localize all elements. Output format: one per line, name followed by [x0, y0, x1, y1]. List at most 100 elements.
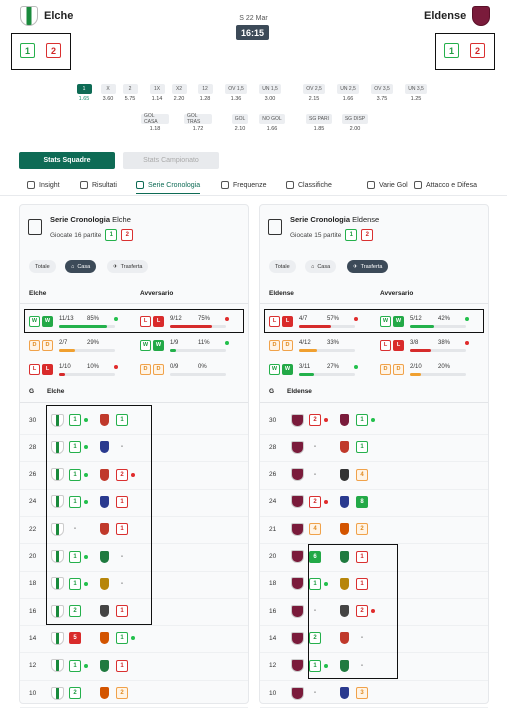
tab-label: Risultati — [92, 181, 117, 189]
streak-percent: 27% — [327, 363, 340, 370]
team-header: Eldense — [287, 388, 312, 395]
match-row[interactable]: 26 - 4 — [269, 462, 368, 488]
filter-trasferta[interactable]: ✈ Trasferta — [107, 260, 149, 273]
panel-form-1: 1 — [345, 229, 358, 241]
streak-percent: 10% — [87, 363, 100, 370]
ball-icon — [367, 181, 375, 189]
match-row[interactable]: 16 - 2 — [269, 598, 375, 624]
tab-label: Insight — [39, 181, 60, 189]
streak-row: D D 2/10 20% — [380, 360, 466, 378]
match-row[interactable]: 10 - 3 — [269, 680, 368, 706]
opponent-logo-icon — [100, 605, 109, 618]
match-row[interactable]: 14 5 1 — [29, 625, 135, 651]
tab-classifiche[interactable]: Classifiche — [286, 181, 332, 189]
odds-item-gol-tras[interactable]: GOL TRAS 1.72 — [184, 113, 212, 132]
opponent-logo-icon — [100, 577, 109, 590]
odds-item-ov-3-5[interactable]: OV 3,5 3.75 — [368, 84, 396, 102]
match-row[interactable]: 30 1 1 — [29, 407, 128, 433]
odds-value: 1.66 — [342, 96, 354, 102]
team-result: 1 — [69, 414, 81, 426]
match-row[interactable]: 28 1 - — [29, 434, 128, 460]
filter-casa[interactable]: ⌂ Casa — [305, 260, 337, 273]
match-row[interactable]: 12 1 - — [269, 653, 368, 679]
match-row[interactable]: 18 1 1 — [269, 571, 368, 597]
stats-league-button[interactable]: Stats Campionato — [123, 152, 219, 169]
streak-percent: 0% — [198, 363, 207, 370]
odds-item-un-3-5[interactable]: UN 3,5 1.25 — [402, 84, 430, 102]
tab-varie-gol[interactable]: Varie Gol — [367, 181, 408, 189]
odds-item-no-gol[interactable]: NO GOL 1.66 — [258, 114, 286, 132]
team-result: - — [314, 444, 316, 451]
odds-value: 5.75 — [124, 96, 136, 102]
odds-value: 1.18 — [149, 126, 161, 132]
odds-value: 1.85 — [313, 126, 325, 132]
odds-value: 3.00 — [264, 96, 276, 102]
odds-item-x2[interactable]: X2 2.20 — [165, 84, 193, 102]
streak-bar-fill — [299, 348, 318, 352]
match-row[interactable]: 28 - 1 — [269, 434, 368, 460]
filter-totale[interactable]: Totale — [29, 260, 56, 273]
streak-bar — [59, 348, 115, 352]
opponent-logo-icon — [340, 495, 349, 508]
match-row[interactable]: 10 2 2 — [29, 680, 128, 706]
opponent-result: 1 — [356, 577, 368, 590]
match-row[interactable]: 20 1 - — [29, 544, 128, 570]
tab-attacco-e-difesa[interactable]: Attacco e Difesa — [414, 181, 477, 189]
odds-item-sg-disp[interactable]: SG DISP 2.00 — [341, 114, 369, 132]
match-row[interactable]: 22 - 1 — [29, 516, 128, 542]
match-row[interactable]: 30 2 1 — [269, 407, 375, 433]
result-dot — [84, 445, 88, 450]
streak-fraction: 4/7 — [299, 315, 308, 322]
opponent-result-dot — [371, 609, 375, 614]
streak-bar — [410, 372, 466, 376]
match-row[interactable]: 12 1 1 — [29, 653, 128, 679]
panel-form-1: 1 — [105, 229, 118, 241]
match-row[interactable]: 24 2 8 — [269, 489, 368, 515]
odds-item-sg-pari[interactable]: SG PARI 1.85 — [305, 114, 333, 132]
odds-item-ov-1-5[interactable]: OV 1,5 1.36 — [222, 84, 250, 102]
filter-totale[interactable]: Totale — [269, 260, 296, 273]
streak-bar — [170, 348, 226, 352]
odds-item-2[interactable]: 2 5.75 — [116, 84, 144, 102]
odds-item-un-1-5[interactable]: UN 1,5 3.00 — [256, 84, 284, 102]
streak-bar — [299, 348, 355, 352]
away-team[interactable]: Eldense — [424, 6, 491, 26]
opponent-result: 1 — [116, 605, 128, 618]
result-dot — [84, 418, 88, 422]
tab-frequenze[interactable]: Frequenze — [221, 181, 266, 189]
odds-item-12[interactable]: 12 1.28 — [191, 84, 219, 102]
odds-value: 2.20 — [173, 96, 185, 102]
streak-badge: L — [29, 363, 40, 375]
filter-trasferta[interactable]: ✈ Trasferta — [347, 260, 389, 273]
odds-item-gol-casa[interactable]: GOL CASA 1.18 — [141, 113, 169, 132]
odds-item-un-2-5[interactable]: UN 2,5 1.66 — [334, 84, 362, 102]
odds-label: GOL TRAS — [184, 113, 212, 125]
tab-risultati[interactable]: Risultati — [80, 181, 117, 189]
filter-casa[interactable]: ⌂ Casa — [65, 260, 97, 273]
opponent-logo-icon — [340, 468, 349, 481]
streak-stats: 0/9 0% — [170, 363, 226, 376]
match-row[interactable]: 21 4 2 — [269, 516, 368, 542]
home-form-2: 2 — [46, 43, 61, 58]
stats-teams-button[interactable]: Stats Squadre — [19, 152, 115, 169]
odds-item-gol[interactable]: GOL 2.10 — [226, 114, 254, 132]
filter-label: Totale — [275, 263, 290, 270]
tab-serie-cronologia[interactable]: Serie Cronologia — [136, 181, 201, 194]
round-number: 14 — [29, 634, 37, 642]
match-row[interactable]: 20 6 1 — [269, 544, 368, 570]
team-result: - — [314, 608, 316, 615]
tab-label: Serie Cronologia — [148, 181, 201, 189]
streak-fraction: 9/12 — [170, 315, 182, 322]
streak-fraction: 2/7 — [59, 339, 68, 346]
streak-values: 4/7 57% — [299, 315, 358, 323]
streak-fraction: 4/12 — [299, 339, 311, 346]
tab-insight[interactable]: Insight — [27, 181, 60, 189]
streak-dot — [114, 364, 118, 369]
odds-item-ov-2-5[interactable]: OV 2,5 2.15 — [300, 84, 328, 102]
match-row[interactable]: 14 2 - — [269, 625, 368, 651]
match-row[interactable]: 16 2 1 — [29, 598, 128, 624]
match-row[interactable]: 26 1 2 — [29, 462, 135, 488]
panel-subtitle: Giocate 16 partite 1 2 — [50, 229, 134, 241]
match-row[interactable]: 24 1 1 — [29, 489, 128, 515]
match-row[interactable]: 18 1 - — [29, 571, 128, 597]
